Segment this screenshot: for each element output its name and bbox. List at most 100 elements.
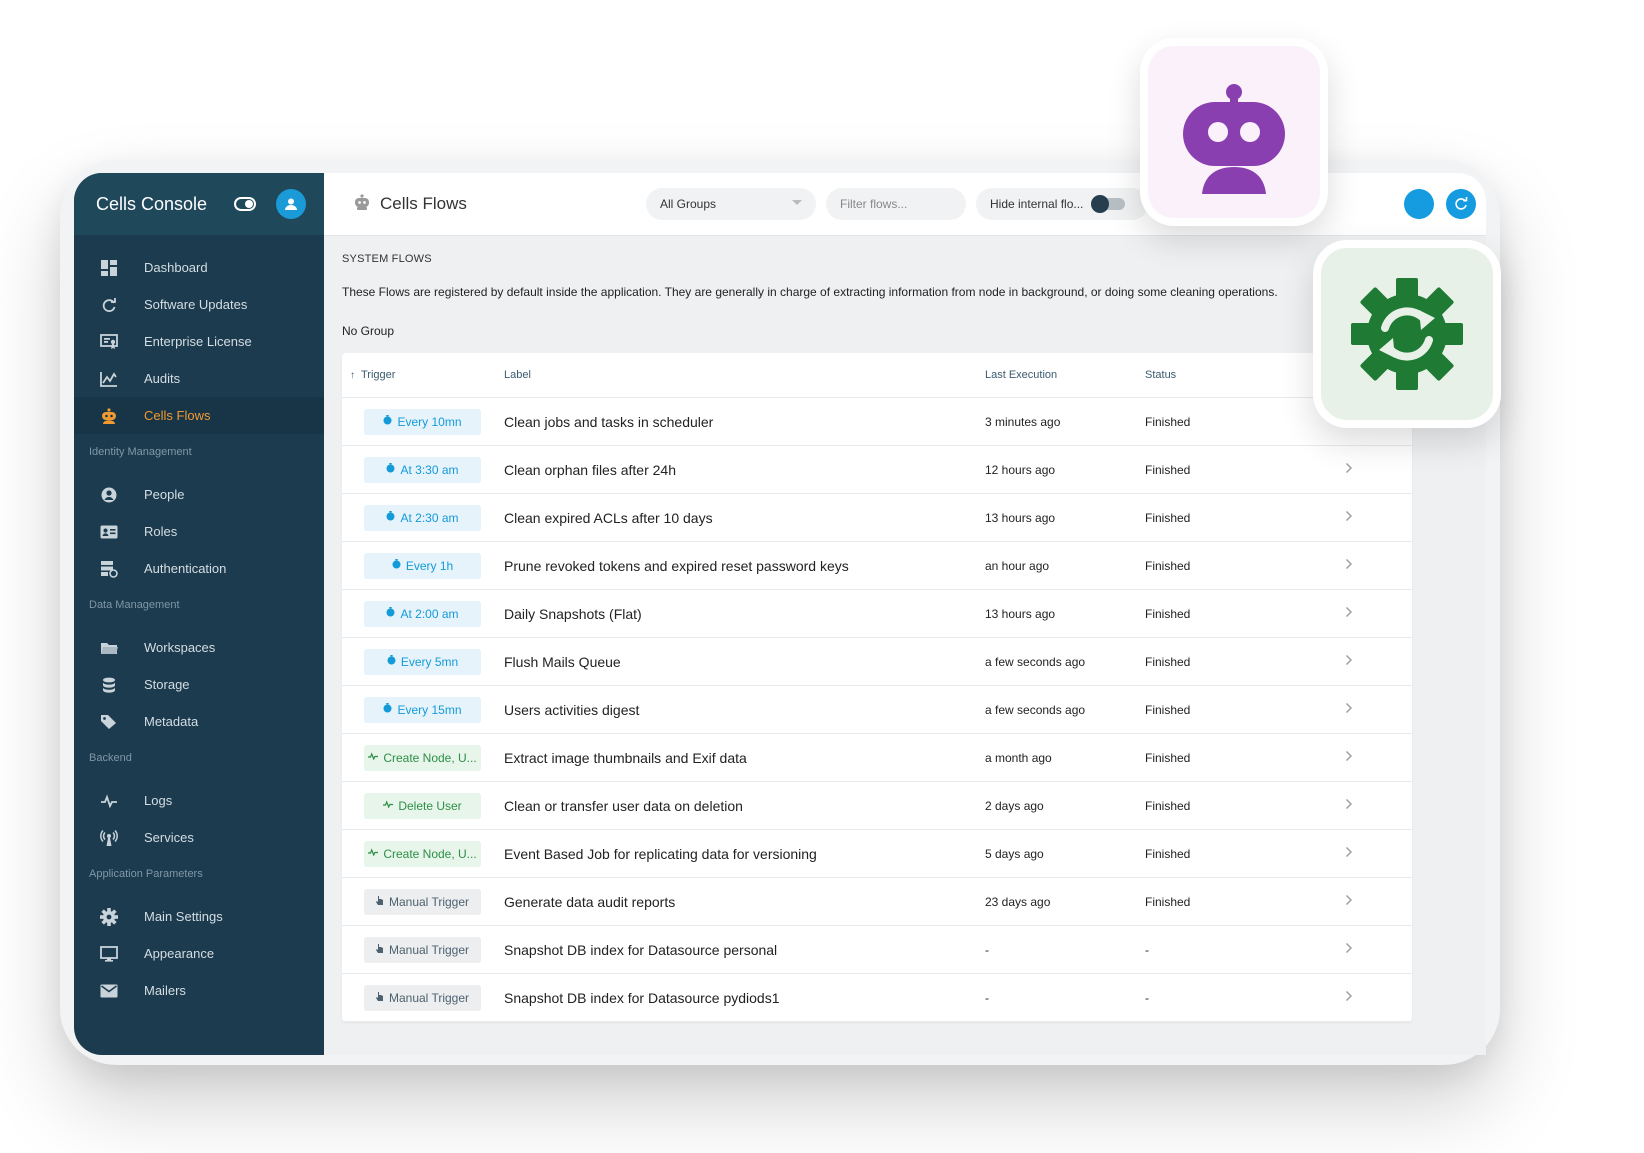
refresh-button[interactable] — [1446, 189, 1476, 219]
table-row[interactable]: Every 1h Prune revoked tokens and expired… — [342, 542, 1412, 590]
chevron-right-icon[interactable] — [1345, 989, 1412, 1007]
status-text: - — [1145, 942, 1149, 957]
table-row[interactable]: Create Node, U... Event Based Job for rep… — [342, 830, 1412, 878]
last-execution: 13 hours ago — [985, 510, 1056, 525]
app-window: Cells Console Dashboard Software Updates E… — [74, 173, 1486, 1055]
sidebar-item-label: Mailers — [144, 983, 186, 998]
chevron-right-icon[interactable] — [1345, 701, 1412, 719]
sidebar-item-appearance[interactable]: Appearance — [74, 935, 324, 972]
column-trigger[interactable]: ↑ Trigger — [342, 369, 504, 381]
sidebar-item-workspaces[interactable]: Workspaces — [74, 629, 324, 666]
sidebar-item-label: Workspaces — [144, 640, 216, 655]
sidebar-item-label: People — [144, 487, 185, 502]
hand-pointer-icon — [375, 991, 384, 1004]
chevron-right-icon[interactable] — [1345, 509, 1412, 527]
roles-icon — [98, 523, 120, 541]
chevron-right-icon[interactable] — [1345, 557, 1412, 575]
table-row[interactable]: At 3:30 am Clean orphan files after 24h 12… — [342, 446, 1412, 494]
trigger-cell: Create Node, U... — [342, 840, 504, 867]
user-avatar[interactable] — [276, 189, 306, 219]
column-last-execution[interactable]: Last Execution — [985, 369, 1145, 381]
table-row[interactable]: At 2:30 am Clean expired ACLs after 10 da… — [342, 494, 1412, 542]
table-row[interactable]: Manual Trigger Snapshot DB index for Data… — [342, 974, 1412, 1022]
timer-icon — [392, 559, 401, 572]
authentication-icon — [98, 560, 120, 578]
theme-toggle-icon[interactable] — [234, 197, 256, 211]
sidebar-item-roles[interactable]: Roles — [74, 513, 324, 550]
trigger-label: Every 1h — [405, 558, 454, 573]
sidebar-item-authentication[interactable]: Authentication — [74, 550, 324, 587]
trigger-cell: At 2:00 am — [342, 600, 504, 627]
chevron-right-icon[interactable] — [1345, 605, 1412, 623]
trigger-chip: Manual Trigger — [364, 984, 481, 1011]
sidebar-item-main-settings[interactable]: Main Settings — [74, 898, 324, 935]
trigger-label: Manual Trigger — [388, 942, 470, 957]
hide-internal-toggle[interactable]: Hide internal flo... — [976, 188, 1148, 220]
group-select[interactable]: All Groups — [646, 188, 816, 220]
sidebar-item-cells-flows[interactable]: Cells Flows — [74, 397, 324, 434]
chevron-right-icon[interactable] — [1345, 653, 1412, 671]
gear-icon — [98, 907, 120, 926]
sidebar-item-label: Audits — [144, 371, 181, 386]
table-row[interactable]: Manual Trigger Snapshot DB index for Data… — [342, 926, 1412, 974]
table-row[interactable]: Delete User Clean or transfer user data o… — [342, 782, 1412, 830]
section-description: These Flows are registered by default in… — [342, 285, 1278, 299]
toggle-switch[interactable] — [1091, 195, 1126, 213]
last-execution: 12 hours ago — [985, 462, 1056, 477]
sidebar-item-audits[interactable]: Audits — [74, 360, 324, 397]
status-text: Finished — [1145, 846, 1191, 861]
robot-icon — [352, 193, 372, 215]
table-row[interactable]: Every 15mn Users activities digest a few s… — [342, 686, 1412, 734]
trigger-label: Every 10mn — [397, 414, 462, 429]
trigger-cell: Delete User — [342, 792, 504, 819]
last-execution: - — [985, 942, 989, 957]
status-text: Finished — [1145, 654, 1191, 669]
table-row[interactable]: Create Node, U... Extract image thumbnail… — [342, 734, 1412, 782]
sidebar-item-mailers[interactable]: Mailers — [74, 972, 324, 1009]
filter-input[interactable] — [826, 188, 966, 220]
sidebar-item-dashboard[interactable]: Dashboard — [74, 249, 324, 286]
table-row[interactable]: Every 10mn Clean jobs and tasks in schedu… — [342, 398, 1412, 446]
trigger-label: At 3:30 am — [400, 462, 459, 477]
chevron-right-icon[interactable] — [1345, 797, 1412, 815]
column-label[interactable]: Label — [504, 369, 985, 381]
last-execution: 23 days ago — [985, 894, 1051, 909]
timer-icon — [386, 511, 395, 524]
timer-icon — [387, 655, 396, 668]
status-text: Finished — [1145, 894, 1191, 909]
audits-icon — [98, 370, 120, 388]
sidebar-item-storage[interactable]: Storage — [74, 666, 324, 703]
trigger-label: At 2:30 am — [400, 510, 459, 525]
chevron-down-icon — [792, 200, 802, 205]
robot-icon — [1183, 84, 1285, 194]
hand-pointer-icon — [375, 943, 384, 956]
robot-icon — [98, 407, 120, 425]
table-row[interactable]: At 2:00 am Daily Snapshots (Flat) 13 hours… — [342, 590, 1412, 638]
trigger-cell: Every 1h — [342, 552, 504, 579]
section-title: SYSTEM FLOWS — [342, 253, 432, 265]
sidebar-item-label: Dashboard — [144, 260, 208, 275]
chevron-right-icon[interactable] — [1345, 941, 1412, 959]
table-row[interactable]: Every 5mn Flush Mails Queue a few seconds … — [342, 638, 1412, 686]
sidebar-section-data: Data Management — [89, 599, 180, 611]
trigger-chip: Every 10mn — [364, 408, 481, 435]
sidebar-item-logs[interactable]: Logs — [74, 782, 324, 819]
chevron-right-icon[interactable] — [1345, 461, 1412, 479]
chevron-right-icon[interactable] — [1345, 749, 1412, 767]
sidebar-section-backend: Backend — [89, 752, 132, 764]
status-text: Finished — [1145, 606, 1191, 621]
chevron-right-icon[interactable] — [1345, 893, 1412, 911]
chevron-right-icon[interactable] — [1345, 845, 1412, 863]
trigger-chip: Manual Trigger — [364, 888, 481, 915]
sidebar-item-label: Services — [144, 830, 194, 845]
sidebar-item-people[interactable]: People — [74, 476, 324, 513]
sidebar-item-services[interactable]: Services — [74, 819, 324, 856]
sidebar-item-metadata[interactable]: Metadata — [74, 703, 324, 740]
timer-icon — [383, 415, 392, 428]
sidebar-item-software-updates[interactable]: Software Updates — [74, 286, 324, 323]
sidebar-item-enterprise-license[interactable]: Enterprise License — [74, 323, 324, 360]
action-button[interactable] — [1404, 189, 1434, 219]
table-row[interactable]: Manual Trigger Generate data audit report… — [342, 878, 1412, 926]
trigger-label: Every 5mn — [400, 654, 459, 669]
trigger-cell: Every 15mn — [342, 696, 504, 723]
